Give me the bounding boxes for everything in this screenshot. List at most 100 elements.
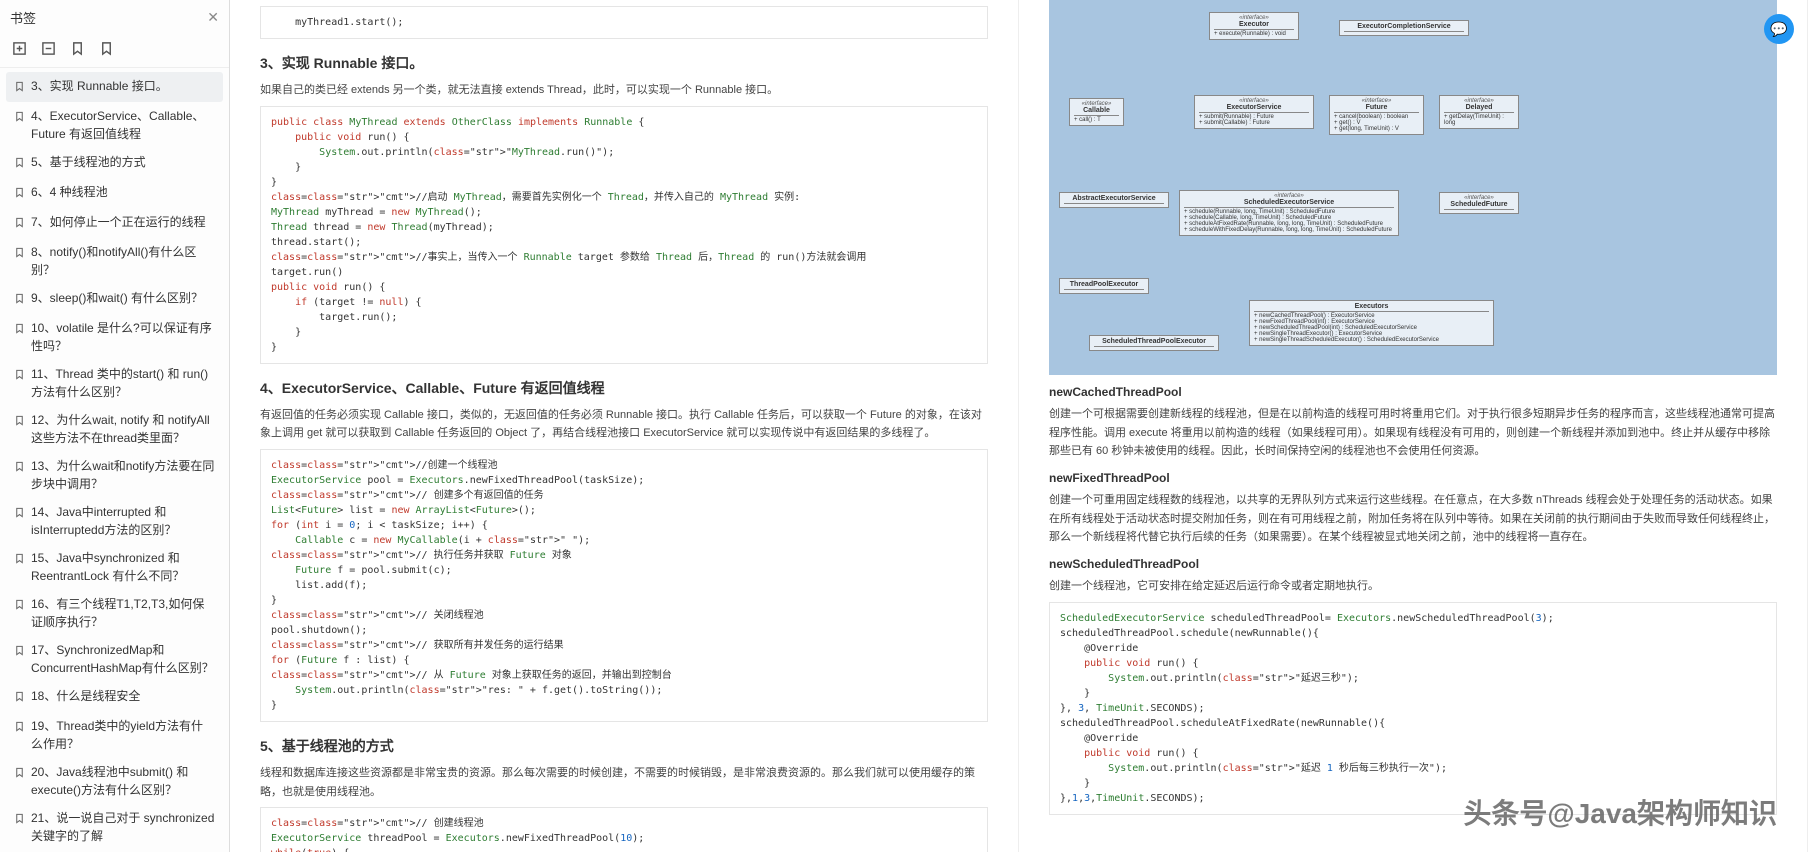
bookmark-icon: [14, 597, 25, 615]
uml-class-box: «interface»Executor+ execute(Runnable) :…: [1209, 12, 1299, 40]
paragraph: 创建一个线程池，它可安排在给定延迟后运行命令或者定期地执行。: [1049, 577, 1777, 596]
bookmark-label: 7、如何停止一个正在运行的线程: [31, 213, 206, 231]
heading-fixed: newFixedThreadPool: [1049, 471, 1777, 485]
bookmark-icon: [14, 551, 25, 569]
bookmark-icon: [14, 215, 25, 233]
sidebar-title: 书签: [10, 8, 36, 27]
content-area: myThread1.start(); 3、实现 Runnable 接口。 如果自…: [230, 0, 1808, 852]
collapse-icon[interactable]: [41, 41, 56, 61]
code-block: myThread1.start();: [260, 6, 988, 39]
bookmark-icon: [14, 765, 25, 783]
uml-class-box: «interface»ScheduledFuture: [1439, 192, 1519, 214]
uml-class-box: ThreadPoolExecutor: [1059, 278, 1149, 294]
bookmark-icon: [14, 413, 25, 431]
bookmark-item[interactable]: 11、Thread 类中的start() 和 run()方法有什么区别？: [6, 360, 223, 406]
bookmark-icon: [14, 321, 25, 339]
bookmark-item[interactable]: 21、说一说自己对于 synchronized 关键字的了解: [6, 804, 223, 850]
bookmark-icon: [14, 245, 25, 263]
uml-class-box: ExecutorCompletionService: [1339, 20, 1469, 36]
uml-class-box: «interface»Future+ cancel(boolean) : boo…: [1329, 95, 1424, 135]
bookmark-label: 3、实现 Runnable 接口。: [31, 77, 168, 95]
bookmark-label: 14、Java中interrupted 和 isInterruptedd方法的区…: [31, 503, 215, 539]
bookmark-icon: [14, 155, 25, 173]
bookmark-item[interactable]: 16、有三个线程T1,T2,T3,如何保证顺序执行？: [6, 590, 223, 636]
bookmark-label: 12、为什么wait, notify 和 notifyAll这些方法不在thre…: [31, 411, 215, 447]
sidebar-toolbar: [0, 35, 229, 68]
bookmark-icon: [14, 505, 25, 523]
bookmark-outline-icon[interactable]: [70, 41, 85, 61]
bookmarks-sidebar: 书签 ✕ 3、实现 Runnable 接口。 4、ExecutorService、…: [0, 0, 230, 852]
bookmark-item[interactable]: 18、什么是线程安全: [6, 682, 223, 712]
bookmark-icon: [14, 643, 25, 661]
bookmark-label: 4、ExecutorService、Callable、Future 有返回值线程: [31, 107, 215, 143]
bookmark-label: 19、Thread类中的yield方法有什么作用？: [31, 717, 215, 753]
bookmark-item[interactable]: 20、Java线程池中submit() 和 execute()方法有什么区别？: [6, 758, 223, 804]
help-fab[interactable]: 💬: [1764, 14, 1794, 44]
bookmark-item[interactable]: 14、Java中interrupted 和 isInterruptedd方法的区…: [6, 498, 223, 544]
page-right: «interface»Executor+ execute(Runnable) :…: [1019, 0, 1808, 852]
bookmark-list[interactable]: 3、实现 Runnable 接口。 4、ExecutorService、Calla…: [0, 68, 229, 852]
close-icon[interactable]: ✕: [207, 9, 219, 26]
bookmark-icon: [14, 459, 25, 477]
paragraph: 创建一个可根据需要创建新线程的线程池，但是在以前构造的线程可用时将重用它们。对于…: [1049, 405, 1777, 461]
bookmark-item[interactable]: 13、为什么wait和notify方法要在同步块中调用？: [6, 452, 223, 498]
bookmark-item[interactable]: 10、volatile 是什么?可以保证有序性吗？: [6, 314, 223, 360]
bookmark-item[interactable]: 15、Java中synchronized 和 ReentrantLock 有什么…: [6, 544, 223, 590]
bookmark-label: 13、为什么wait和notify方法要在同步块中调用？: [31, 457, 215, 493]
bookmark-item[interactable]: 6、4 种线程池: [6, 178, 223, 208]
bookmark-label: 18、什么是线程安全: [31, 687, 140, 705]
heading-4: 4、ExecutorService、Callable、Future 有返回值线程: [260, 378, 988, 398]
bookmark-item[interactable]: 17、SynchronizedMap和ConcurrentHashMap有什么区…: [6, 636, 223, 682]
uml-class-box: «interface»ExecutorService+ submit(Runna…: [1194, 95, 1314, 129]
uml-class-box: Executors+ newCachedThreadPool() : Execu…: [1249, 300, 1494, 346]
bookmark-icon: [14, 367, 25, 385]
uml-class-box: «interface»Delayed+ getDelay(TimeUnit) :…: [1439, 95, 1519, 129]
bookmark-item[interactable]: 9、sleep()和wait() 有什么区别？: [6, 284, 223, 314]
sidebar-header: 书签 ✕: [0, 0, 229, 35]
bookmark-label: 17、SynchronizedMap和ConcurrentHashMap有什么区…: [31, 641, 215, 677]
paragraph: 有返回值的任务必须实现 Callable 接口，类似的，无返回值的任务必须 Ru…: [260, 406, 988, 443]
bookmark-item[interactable]: 4、ExecutorService、Callable、Future 有返回值线程: [6, 102, 223, 148]
bookmark-item[interactable]: 19、Thread类中的yield方法有什么作用？: [6, 712, 223, 758]
bookmark-icon: [14, 109, 25, 127]
bookmark-item[interactable]: 8、notify()和notifyAll()有什么区别？: [6, 238, 223, 284]
page-left: myThread1.start(); 3、实现 Runnable 接口。 如果自…: [230, 0, 1019, 852]
code-block: class=class="str">"cmt">// 创建线程池 Executo…: [260, 807, 988, 852]
heading-cached: newCachedThreadPool: [1049, 385, 1777, 399]
bookmark-icon: [14, 811, 25, 829]
paragraph: 创建一个可重用固定线程数的线程池，以共享的无界队列方式来运行这些线程。在任意点，…: [1049, 491, 1777, 547]
uml-class-box: AbstractExecutorService: [1059, 192, 1169, 208]
code-block: ScheduledExecutorService scheduledThread…: [1049, 602, 1777, 815]
bookmark-label: 15、Java中synchronized 和 ReentrantLock 有什么…: [31, 549, 215, 585]
bookmark-item[interactable]: 3、实现 Runnable 接口。: [6, 72, 223, 102]
bookmark-remove-icon[interactable]: [99, 41, 114, 61]
bookmark-label: 16、有三个线程T1,T2,T3,如何保证顺序执行？: [31, 595, 215, 631]
code-block: class=class="str">"cmt">//创建一个线程池 Execut…: [260, 449, 988, 722]
bookmark-icon: [14, 689, 25, 707]
uml-class-box: ScheduledThreadPoolExecutor: [1089, 335, 1219, 351]
bookmark-label: 5、基于线程池的方式: [31, 153, 146, 171]
bookmark-icon: [14, 291, 25, 309]
bookmark-icon: [14, 719, 25, 737]
bookmark-item[interactable]: 7、如何停止一个正在运行的线程: [6, 208, 223, 238]
uml-diagram: «interface»Executor+ execute(Runnable) :…: [1049, 0, 1777, 375]
bookmark-icon: [14, 185, 25, 203]
heading-3: 3、实现 Runnable 接口。: [260, 53, 988, 73]
bookmark-label: 11、Thread 类中的start() 和 run()方法有什么区别？: [31, 365, 215, 401]
bookmark-icon: [14, 79, 25, 97]
bookmark-label: 9、sleep()和wait() 有什么区别？: [31, 289, 203, 307]
uml-class-box: «interface»Callable+ call() : T: [1069, 98, 1124, 126]
paragraph: 线程和数据库连接这些资源都是非常宝贵的资源。那么每次需要的时候创建，不需要的时候…: [260, 764, 988, 801]
paragraph: 如果自己的类已经 extends 另一个类，就无法直接 extends Thre…: [260, 81, 988, 100]
bookmark-label: 20、Java线程池中submit() 和 execute()方法有什么区别？: [31, 763, 215, 799]
code-block: public class MyThread extends OtherClass…: [260, 106, 988, 364]
bookmark-item[interactable]: 5、基于线程池的方式: [6, 148, 223, 178]
bookmark-label: 21、说一说自己对于 synchronized 关键字的了解: [31, 809, 215, 845]
heading-scheduled: newScheduledThreadPool: [1049, 557, 1777, 571]
expand-icon[interactable]: [12, 41, 27, 61]
bookmark-label: 10、volatile 是什么?可以保证有序性吗？: [31, 319, 215, 355]
bookmark-label: 6、4 种线程池: [31, 183, 108, 201]
heading-5: 5、基于线程池的方式: [260, 736, 988, 756]
bookmark-label: 8、notify()和notifyAll()有什么区别？: [31, 243, 215, 279]
bookmark-item[interactable]: 12、为什么wait, notify 和 notifyAll这些方法不在thre…: [6, 406, 223, 452]
